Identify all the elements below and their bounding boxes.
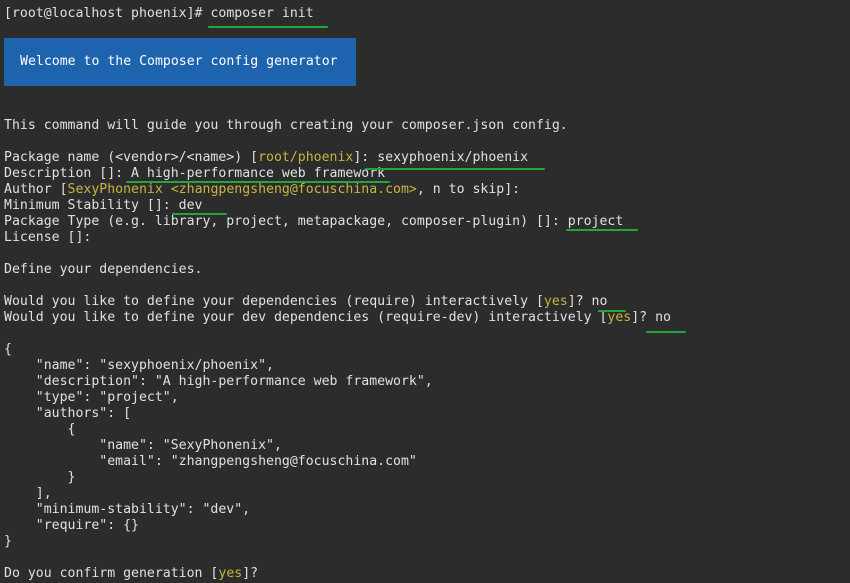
package-type-prompt: Package Type (e.g. library, project, met… xyxy=(4,214,624,229)
intro-text: This command will guide you through crea… xyxy=(4,118,568,133)
package-name-underline-annotation xyxy=(365,168,545,170)
json-line: "require": {} xyxy=(4,518,139,533)
json-line: "email": "zhangpengsheng@focuschina.com" xyxy=(4,454,417,469)
confirm-default: yes xyxy=(218,566,243,581)
json-line: "authors": [ xyxy=(4,406,132,421)
require-underline-annotation xyxy=(598,310,626,312)
json-line: { xyxy=(4,342,12,357)
typed-command: composer init xyxy=(210,6,314,21)
require-dev-underline-annotation xyxy=(646,331,686,333)
json-line: "name": "SexyPhonenix", xyxy=(4,438,282,453)
package-name-answer: sexyphoenix/phoenix xyxy=(377,150,529,165)
require-answer: no xyxy=(591,294,608,309)
command-underline-annotation xyxy=(208,26,328,28)
terminal-window[interactable]: [root@localhost phoenix]# composer init … xyxy=(0,0,850,583)
license-prompt: License []: xyxy=(4,230,92,245)
json-line: ], xyxy=(4,486,52,501)
author-prompt: Author [SexyPhonenix <zhangpengsheng@foc… xyxy=(4,182,521,197)
welcome-banner: Welcome to the Composer config generator xyxy=(4,38,356,86)
package-type-answer: project xyxy=(567,214,624,229)
require-dev-prompt: Would you like to define your dev depend… xyxy=(4,310,671,325)
description-answer: A high-performance web framework xyxy=(131,166,386,181)
package-type-underline-annotation xyxy=(566,229,638,231)
json-line: "name": "sexyphoenix/phoenix", xyxy=(4,358,274,373)
stability-underline-annotation xyxy=(172,213,227,215)
json-line: "type": "project", xyxy=(4,390,179,405)
command-line: [root@localhost phoenix]# composer init xyxy=(4,6,314,22)
description-prompt: Description []: A high-performance web f… xyxy=(4,166,386,181)
require-prompt: Would you like to define your dependenci… xyxy=(4,294,608,309)
require-default: yes xyxy=(543,294,568,309)
json-line: "description": "A high-performance web f… xyxy=(4,374,433,389)
json-line: } xyxy=(4,534,12,549)
description-underline-annotation xyxy=(126,181,390,183)
package-name-prompt: Package name (<vendor>/<name>) [root/pho… xyxy=(4,150,529,165)
package-name-default: root/phoenix xyxy=(258,150,354,165)
author-default: SexyPhonenix <zhangpengsheng@focuschina.… xyxy=(67,182,417,197)
require-dev-default: yes xyxy=(607,310,632,325)
define-dependencies-text: Define your dependencies. xyxy=(4,262,203,277)
json-line: "minimum-stability": "dev", xyxy=(4,502,251,517)
require-dev-answer: no xyxy=(655,310,671,325)
json-line: } xyxy=(4,470,76,485)
stability-prompt: Minimum Stability []: dev xyxy=(4,198,203,213)
json-line: { xyxy=(4,422,76,437)
shell-prompt: [root@localhost phoenix]# xyxy=(4,6,211,21)
confirm-prompt: Do you confirm generation [yes]? xyxy=(4,566,259,581)
stability-answer: dev xyxy=(178,198,203,213)
